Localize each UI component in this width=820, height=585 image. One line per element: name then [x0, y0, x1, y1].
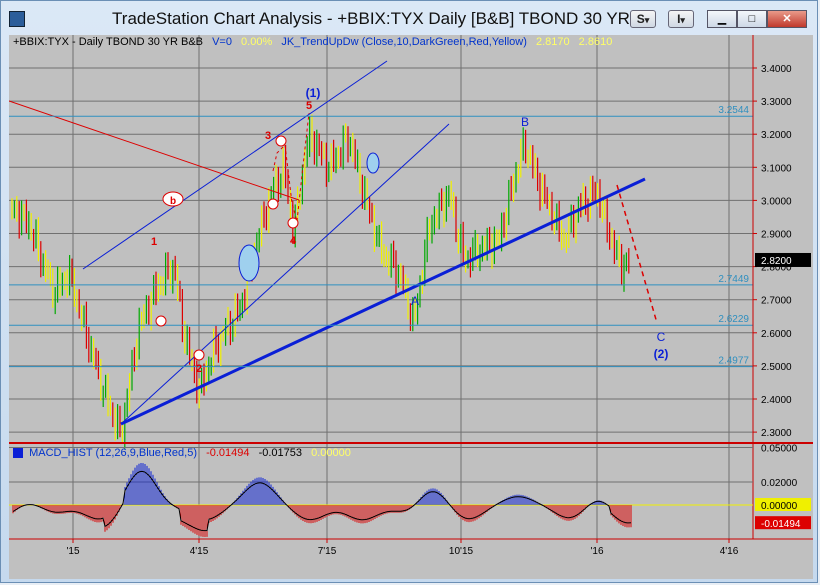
macd-tick-label: 0.05000	[761, 444, 798, 455]
price-tick-label: 3.1000	[761, 163, 792, 174]
main-trend-line	[120, 177, 646, 426]
level-label: 2.4977	[718, 356, 749, 367]
indicator-value-2: 2.8610	[578, 36, 613, 48]
wave-marker	[155, 315, 167, 327]
macd-signal-line	[12, 470, 632, 532]
macd-tick-label: 0.02000	[761, 478, 798, 489]
macd-header: MACD_HIST (12,26,9,Blue,Red,5) -0.01494 …	[13, 447, 351, 459]
wave-label: C	[657, 330, 666, 344]
time-tick-label: '16	[590, 546, 603, 557]
last-price-label: 2.8200	[761, 256, 792, 267]
grid-lines	[9, 35, 753, 539]
level-label: 3.2544	[718, 105, 749, 116]
macd-label: MACD_HIST (12,26,9,Blue,Red,5)	[29, 447, 197, 459]
wave-marker	[193, 349, 205, 361]
wave-marker	[287, 217, 299, 229]
price-tick-label: 2.3000	[761, 428, 792, 439]
indicator-value-1: 2.8170	[535, 36, 570, 48]
price-tick-label: 2.4000	[761, 395, 792, 406]
wave-label: (2)	[654, 347, 669, 361]
title-bar[interactable]: TradeStation Chart Analysis - +BBIX:TYX …	[1, 1, 819, 35]
chart-area[interactable]: 3.25442.74492.62292.4977 (1)53b41a2ABC(2…	[9, 35, 813, 579]
time-tick-label: 7'15	[318, 546, 337, 557]
minimize-button[interactable]: ▁	[707, 10, 737, 28]
chevron-down-icon: ▾	[644, 15, 650, 25]
price-tick-label: 3.0000	[761, 196, 792, 207]
time-tick-label: 10'15	[449, 546, 474, 557]
style-button-label: S	[636, 12, 645, 26]
chevron-down-icon: ▾	[680, 15, 685, 25]
time-tick-label: 4'15	[190, 546, 209, 557]
wave-marker	[267, 198, 279, 210]
maximize-button[interactable]: □	[737, 10, 767, 28]
wave-label: 2	[196, 363, 202, 375]
price-axis: 3.40003.30003.20003.10003.00002.90002.80…	[752, 35, 811, 539]
wave-label: B	[521, 115, 529, 129]
price-tick-label: 2.7000	[761, 296, 792, 307]
style-button[interactable]: S▾	[630, 10, 656, 28]
highlight-ellipse-2	[366, 152, 380, 174]
close-icon: ✕	[782, 13, 792, 25]
time-tick-label: '15	[66, 546, 79, 557]
indicator-label: JK_TrendUpDw (Close,10,DarkGreen,Red,Yel…	[281, 36, 527, 48]
level-label: 2.7449	[718, 274, 749, 285]
time-tick-label: 4'16	[720, 546, 739, 557]
wave-label: (1)	[306, 86, 321, 100]
price-chart[interactable]: 3.25442.74492.62292.4977 (1)53b41a2ABC(2…	[9, 35, 813, 579]
macd-color-icon	[13, 448, 23, 459]
price-tick-label: 3.3000	[761, 97, 792, 108]
macd-value-3: 0.00000	[311, 447, 351, 459]
wave-marker	[275, 135, 287, 147]
price-tick-label: 2.5000	[761, 362, 792, 373]
wave-label: b	[170, 196, 176, 207]
info-button[interactable]: I▾	[668, 10, 694, 28]
wave-label: 4	[290, 235, 297, 247]
price-tick-label: 3.2000	[761, 130, 792, 141]
price-tick-label: 3.4000	[761, 64, 792, 75]
wave-label: 5	[306, 100, 312, 112]
maximize-icon: □	[748, 13, 756, 25]
macd-value-2: -0.01753	[258, 447, 302, 459]
highlight-ellipse	[238, 244, 260, 282]
chart-header: +BBIX:TYX - Daily TBOND 30 YR B&B V=0 0.…	[13, 36, 612, 48]
wave-label: 1	[151, 236, 157, 248]
price-tick-label: 2.9000	[761, 230, 792, 241]
close-button[interactable]: ✕	[767, 10, 807, 28]
time-axis: '15 4'15 7'15 10'15 '16 4'16	[66, 539, 739, 557]
level-label: 2.6229	[718, 314, 749, 325]
projection-line	[616, 184, 658, 324]
symbol-label: +BBIX:TYX - Daily TBOND 30 YR B&B	[13, 36, 204, 48]
percent-label: 0.00%	[241, 36, 273, 48]
chart-window: TradeStation Chart Analysis - +BBIX:TYX …	[0, 0, 818, 583]
minimize-icon: ▁	[717, 13, 727, 25]
macd-last-label: -0.01494	[761, 519, 801, 530]
macd-zero-label: 0.00000	[761, 501, 798, 512]
wave-label: A	[411, 294, 419, 308]
wave-label: 3	[265, 130, 271, 142]
macd-value-1: -0.01494	[206, 447, 250, 459]
trend-lines	[9, 60, 658, 426]
volume-label: V=0	[212, 36, 232, 48]
price-tick-label: 2.6000	[761, 329, 792, 340]
